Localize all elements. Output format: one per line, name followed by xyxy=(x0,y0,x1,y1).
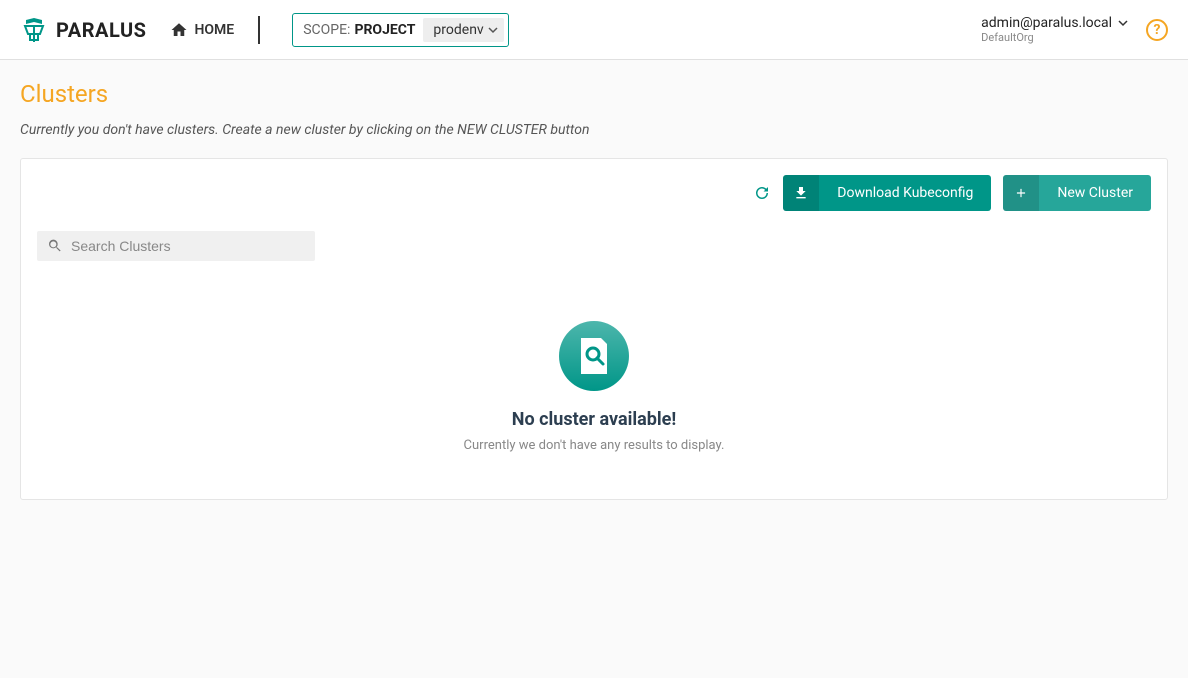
user-email: admin@paralus.local xyxy=(981,15,1112,31)
empty-desc: Currently we don't have any results to d… xyxy=(464,438,725,453)
empty-state-icon xyxy=(559,321,629,391)
home-icon xyxy=(170,21,188,39)
chevron-down-icon xyxy=(488,25,498,35)
scope-value-chip: prodenv xyxy=(423,18,503,42)
scope-kind: PROJECT xyxy=(354,22,415,38)
search-input[interactable] xyxy=(71,238,305,254)
user-org: DefaultOrg xyxy=(981,31,1128,44)
page-title: Clusters xyxy=(20,80,1168,108)
brand-logo[interactable]: PARALUS xyxy=(20,16,146,44)
help-icon: ? xyxy=(1154,22,1161,38)
download-kubeconfig-label: Download Kubeconfig xyxy=(819,175,991,211)
empty-state: No cluster available! Currently we don't… xyxy=(37,261,1151,483)
page-subtitle: Currently you don't have clusters. Creat… xyxy=(20,122,1168,138)
refresh-button[interactable] xyxy=(753,184,771,202)
plus-icon xyxy=(1014,186,1028,200)
page-content: Clusters Currently you don't have cluste… xyxy=(0,60,1188,520)
paralus-logo-icon xyxy=(20,16,48,44)
new-cluster-button[interactable]: New Cluster xyxy=(1003,175,1151,211)
card-toolbar: Download Kubeconfig New Cluster xyxy=(37,175,1151,211)
scope-label: SCOPE: xyxy=(303,22,350,38)
new-cluster-label: New Cluster xyxy=(1039,175,1151,211)
download-icon xyxy=(793,185,809,201)
help-button[interactable]: ? xyxy=(1146,19,1168,41)
scope-selector[interactable]: SCOPE: PROJECT prodenv xyxy=(292,13,509,47)
home-link[interactable]: HOME xyxy=(170,16,260,44)
refresh-icon xyxy=(753,184,771,202)
scope-value-text: prodenv xyxy=(433,22,483,38)
document-search-icon xyxy=(577,336,611,376)
search-icon xyxy=(47,238,63,254)
home-label: HOME xyxy=(194,22,234,38)
empty-title: No cluster available! xyxy=(512,409,676,430)
clusters-card: Download Kubeconfig New Cluster xyxy=(20,158,1168,500)
download-kubeconfig-button[interactable]: Download Kubeconfig xyxy=(783,175,991,211)
chevron-down-icon xyxy=(1118,18,1128,28)
search-clusters[interactable] xyxy=(37,231,315,261)
user-block: admin@paralus.local DefaultOrg ? xyxy=(981,15,1168,44)
user-menu[interactable]: admin@paralus.local xyxy=(981,15,1128,31)
app-header: PARALUS HOME SCOPE: PROJECT prodenv admi… xyxy=(0,0,1188,60)
brand-text: PARALUS xyxy=(56,18,146,42)
